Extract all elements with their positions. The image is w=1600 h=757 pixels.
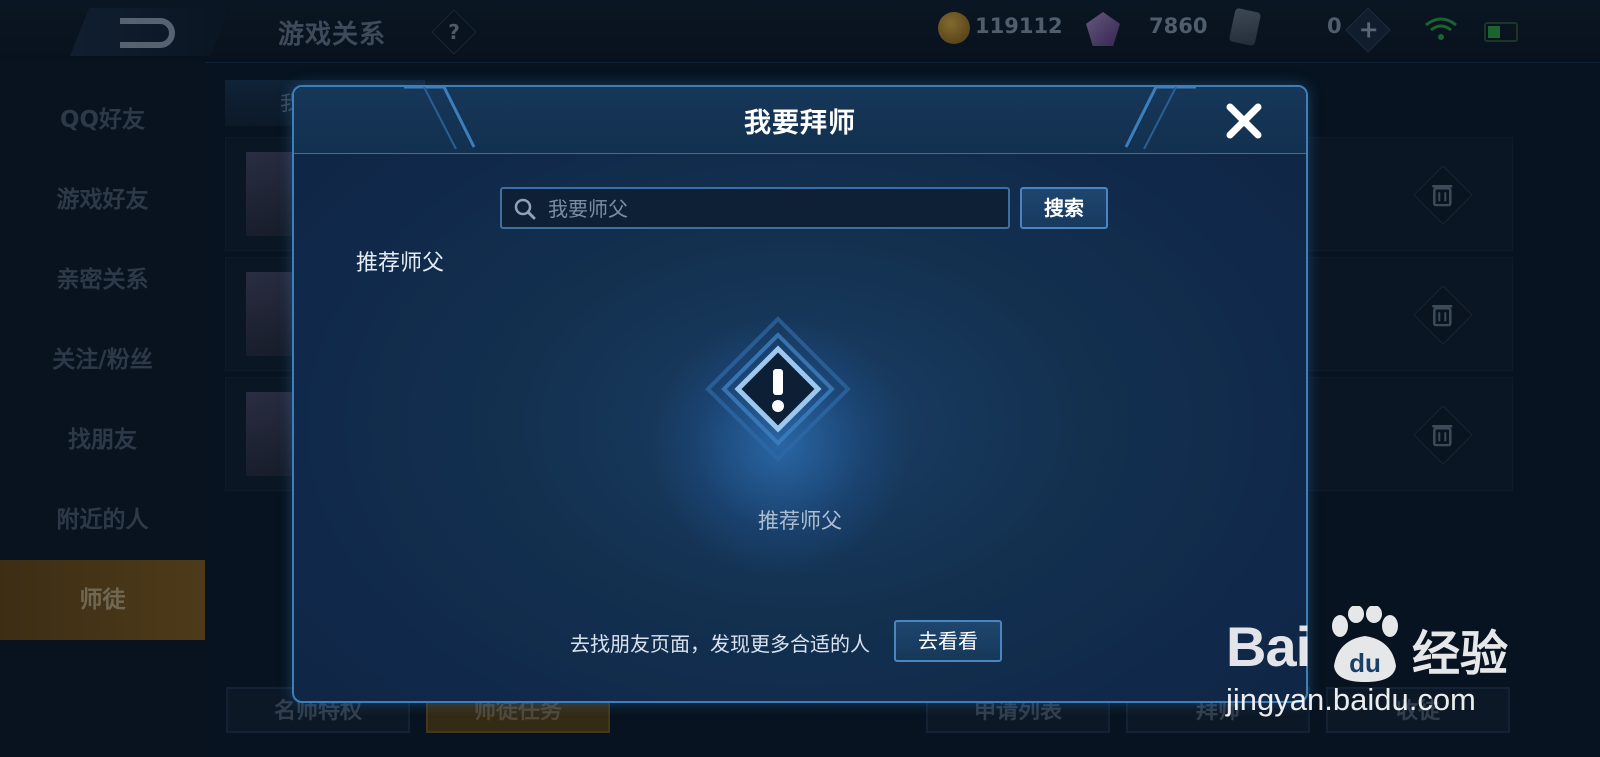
watermark-product: 经验: [1412, 626, 1509, 682]
hint-text: 去找朋友页面，发现更多合适的人: [570, 632, 870, 656]
exclamation-icon: [705, 316, 851, 462]
search-box: [500, 187, 1010, 229]
find-mentor-dialog: 我要拜师 搜索 推荐师父 推荐师父 去找朋友页面，发现更多合适的人 去看看: [292, 85, 1308, 703]
baidu-jingyan-watermark: Bai du 经验 jingyan.baidu.com: [1226, 584, 1526, 724]
close-icon[interactable]: [1222, 99, 1266, 143]
search-icon: [514, 198, 536, 220]
dialog-header: 我要拜师: [294, 87, 1306, 154]
dialog-title: 我要拜师: [744, 108, 856, 139]
search-input[interactable]: [546, 189, 990, 229]
paw-logo: du: [1332, 606, 1398, 682]
svg-text:du: du: [1349, 648, 1381, 678]
section-label: 推荐师父: [356, 251, 445, 276]
watermark-url: jingyan.baidu.com: [1226, 682, 1476, 717]
go-see-button[interactable]: 去看看: [894, 620, 1002, 662]
empty-state-text: 推荐师父: [758, 509, 842, 533]
watermark-brand: Bai: [1226, 615, 1311, 678]
search-button[interactable]: 搜索: [1020, 187, 1108, 229]
